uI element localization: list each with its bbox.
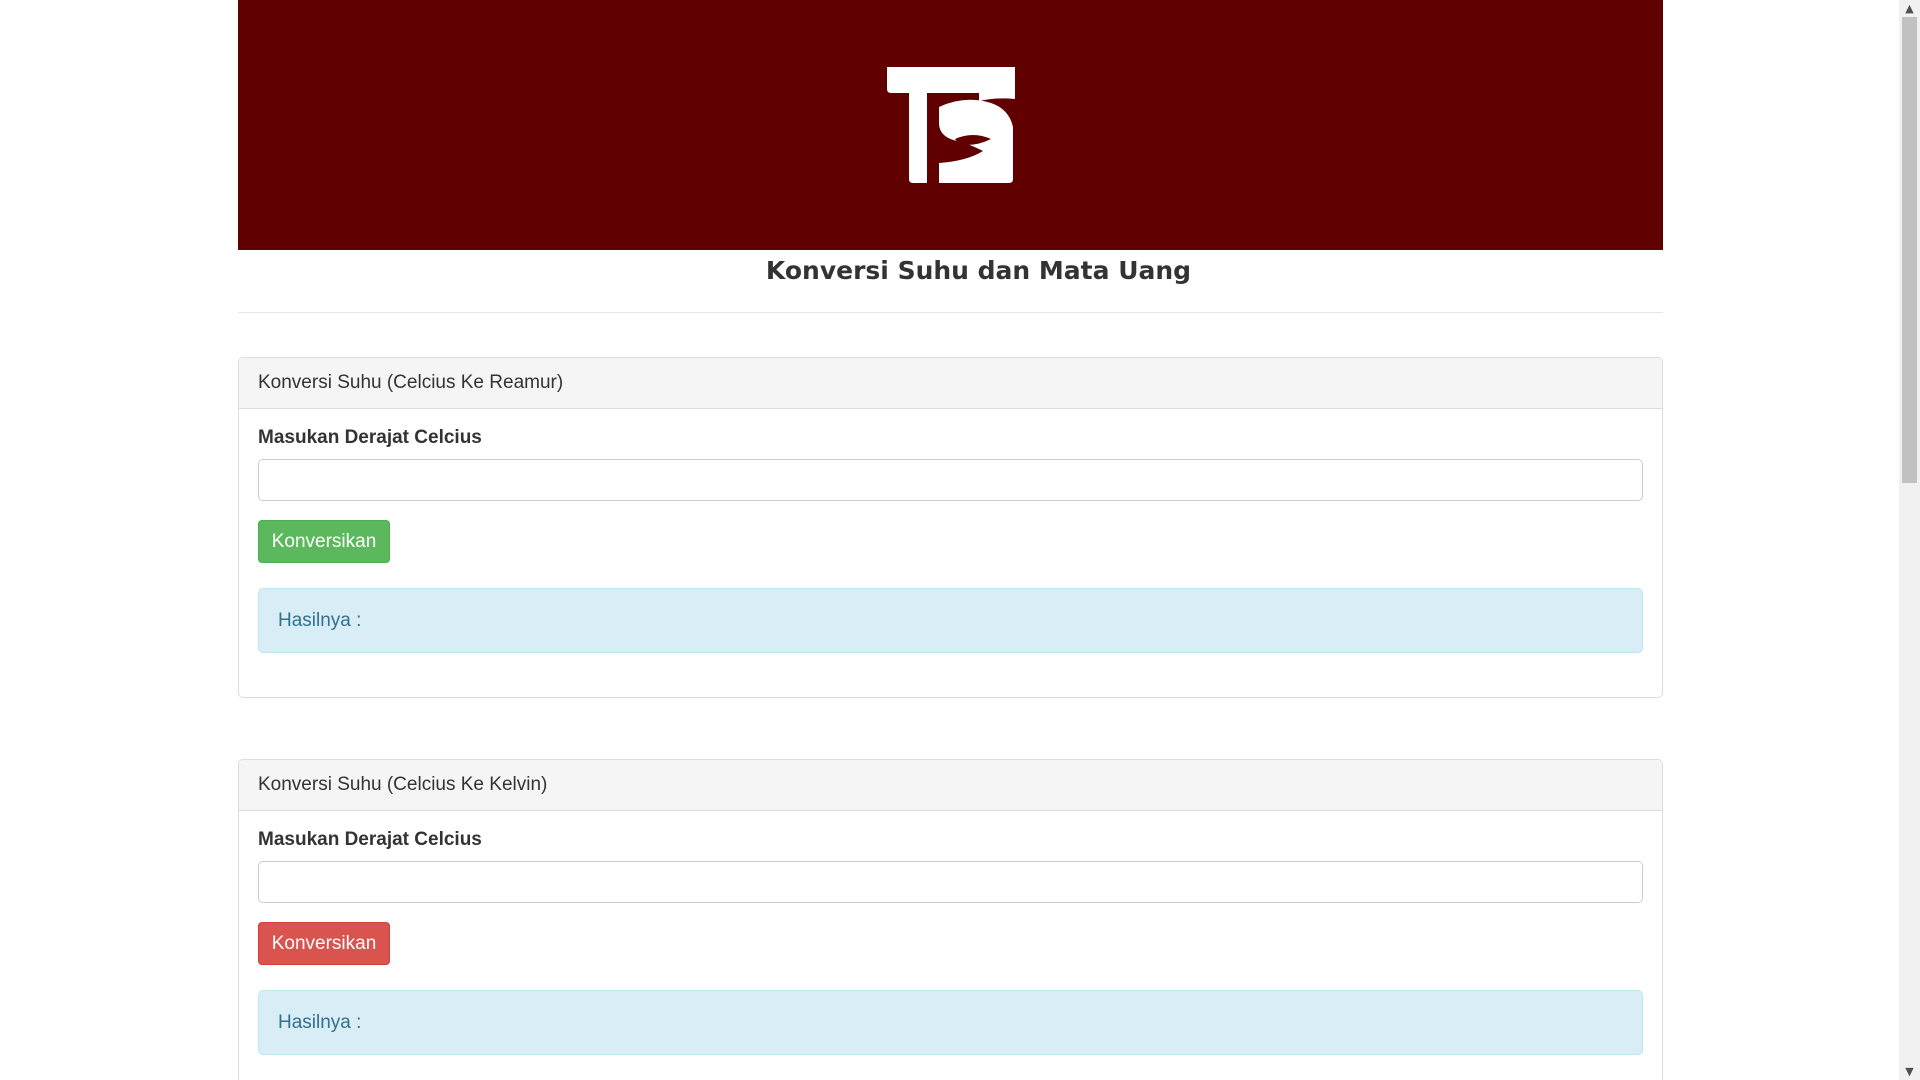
panel-body: Masukan Derajat Celcius Konversikan Hasi… <box>239 409 1662 672</box>
panel-celcius-to-reamur: Konversi Suhu (Celcius Ke Reamur) Masuka… <box>238 357 1663 698</box>
convert-reamur-button[interactable]: Konversikan <box>258 520 390 563</box>
panel-celcius-to-kelvin: Konversi Suhu (Celcius Ke Kelvin) Masuka… <box>238 759 1663 1080</box>
celcius-input-label: Masukan Derajat Celcius <box>258 829 482 850</box>
panel-heading: Konversi Suhu (Celcius Ke Reamur) <box>239 358 1662 409</box>
celcius-input-kelvin[interactable] <box>258 861 1643 903</box>
chevron-down-icon[interactable]: ▼ <box>1899 1063 1920 1080</box>
scrollbar-thumb[interactable] <box>1902 17 1917 483</box>
header-banner <box>238 0 1663 250</box>
convert-kelvin-button[interactable]: Konversikan <box>258 922 390 965</box>
celcius-input-reamur[interactable] <box>258 459 1643 501</box>
vertical-scrollbar[interactable]: ▲ ▼ <box>1899 0 1920 1080</box>
panel-body: Masukan Derajat Celcius Konversikan Hasi… <box>239 811 1662 1074</box>
panel-heading: Konversi Suhu (Celcius Ke Kelvin) <box>239 760 1662 811</box>
main-container: Konversi Suhu dan Mata Uang Konversi Suh… <box>238 0 1663 1080</box>
chevron-up-icon[interactable]: ▲ <box>1899 0 1920 17</box>
title-divider <box>238 312 1663 313</box>
result-alert: Hasilnya : <box>258 990 1643 1055</box>
result-alert: Hasilnya : <box>258 588 1643 653</box>
page-title: Konversi Suhu dan Mata Uang <box>765 256 1192 285</box>
celcius-input-label: Masukan Derajat Celcius <box>258 427 482 448</box>
ts-logo-icon <box>886 67 1015 183</box>
page: Konversi Suhu dan Mata Uang Konversi Suh… <box>0 0 1920 1080</box>
